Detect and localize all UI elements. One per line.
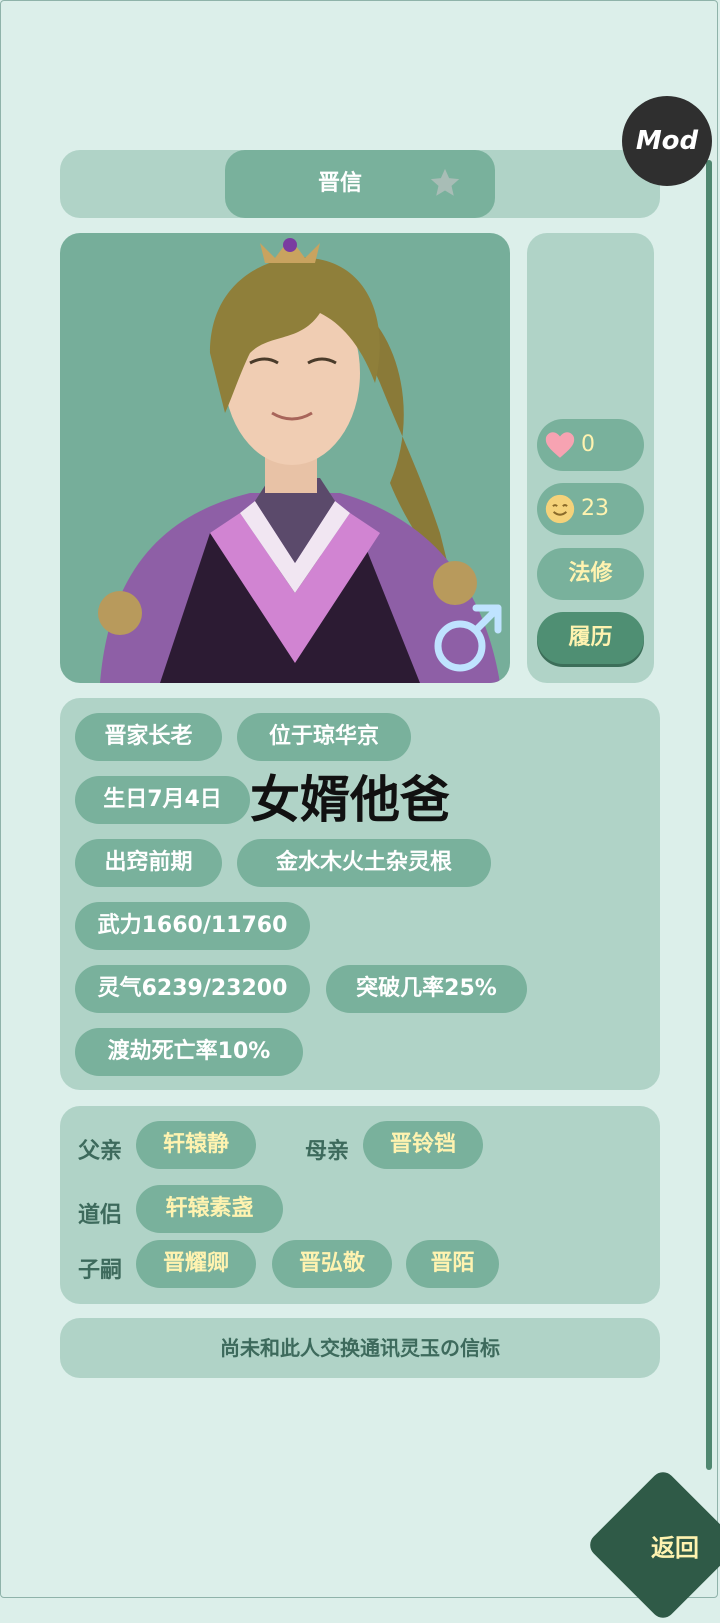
cultivation-class-label: 法修 [568, 561, 613, 586]
children-label: 子嗣 [78, 1258, 123, 1283]
partner-label: 道侣 [78, 1203, 123, 1228]
history-button-label: 履历 [568, 625, 613, 650]
male-gender-icon [434, 604, 502, 672]
smile-face-icon [545, 494, 575, 524]
history-button[interactable]: 履历 [537, 612, 644, 664]
father-button[interactable]: 轩辕静 [136, 1121, 256, 1169]
favor-value: 0 [581, 432, 595, 457]
relation-overlay-text: 女婿他爸 [250, 771, 450, 829]
info-tag: 生日7月4日 [75, 776, 250, 824]
cultivation-class-badge: 法修 [537, 548, 644, 600]
info-tag: 金水木火土杂灵根 [237, 839, 491, 887]
child-button[interactable]: 晋陌 [406, 1240, 499, 1288]
mood-badge: 23 [537, 483, 644, 535]
father-label: 父亲 [78, 1139, 123, 1164]
info-tag: 晋家长老 [75, 713, 222, 761]
favor-badge: 0 [537, 419, 644, 471]
info-tag: 出窍前期 [75, 839, 222, 887]
favorite-star-icon[interactable] [428, 166, 462, 200]
partner-button[interactable]: 轩辕素盏 [136, 1185, 283, 1233]
mother-button[interactable]: 晋铃铛 [363, 1121, 483, 1169]
info-tag: 渡劫死亡率10% [75, 1028, 303, 1076]
heart-icon [545, 432, 575, 458]
info-tag: 武力1660/11760 [75, 902, 310, 950]
message-text: 尚未和此人交换通讯灵玉の信标 [220, 1336, 500, 1360]
info-tag: 位于琼华京 [237, 713, 411, 761]
mood-value: 23 [581, 496, 609, 521]
back-button-label[interactable]: 返回 [630, 1528, 720, 1563]
child-button[interactable]: 晋弘敬 [272, 1240, 392, 1288]
character-name: 晋信 [317, 171, 362, 196]
mother-label: 母亲 [305, 1139, 350, 1164]
child-button[interactable]: 晋耀卿 [136, 1240, 256, 1288]
info-tag: 突破几率25% [326, 965, 527, 1013]
info-tag: 灵气6239/23200 [75, 965, 310, 1013]
scrollbar[interactable] [706, 160, 712, 1470]
mod-button[interactable]: Mod [622, 96, 712, 186]
